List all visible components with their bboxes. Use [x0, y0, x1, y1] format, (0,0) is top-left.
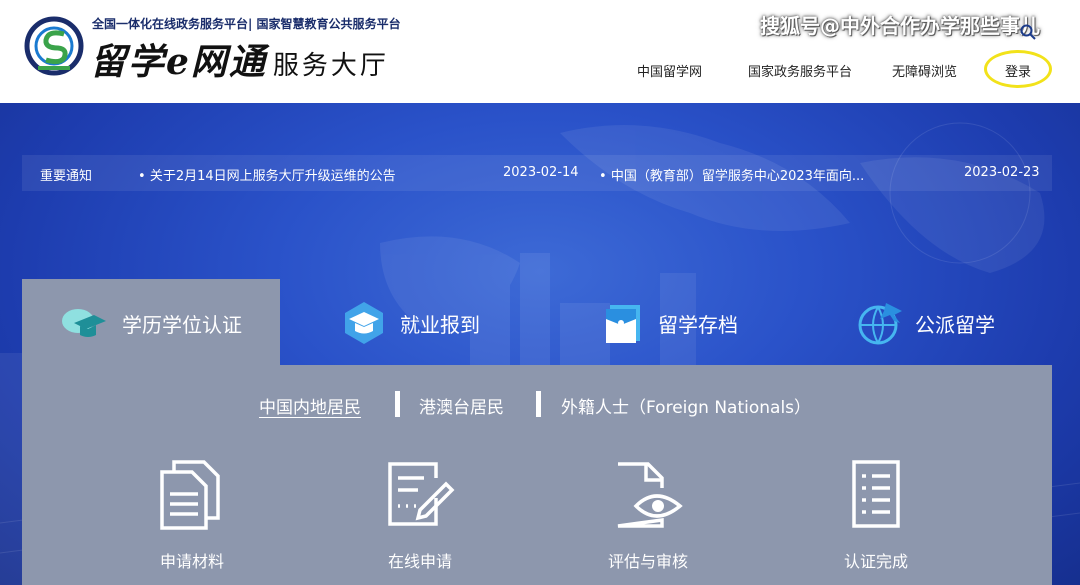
- documents-icon[interactable]: [156, 458, 228, 530]
- hero-section: 重要通知 • 关于2月14日网上服务大厅升级运维的公告 2023-02-14 •…: [0, 103, 1080, 585]
- sub-tab-separator: [536, 391, 541, 417]
- search-icon[interactable]: [1020, 24, 1036, 40]
- notice-title: 关于2月14日网上服务大厅升级运维的公告: [149, 169, 396, 184]
- tab-degree-certification[interactable]: 学历学位认证: [122, 309, 242, 338]
- notice-title: 中国（教育部）留学服务中心2023年面向...: [610, 169, 865, 184]
- brand-subtitle: 服务大厅: [272, 51, 389, 81]
- brand-name: 留学e网通: [90, 41, 267, 83]
- review-eye-icon[interactable]: [612, 458, 684, 530]
- platform-tagline: 全国一体化在线政务服务平台| 国家智慧教育公共服务平台: [92, 17, 401, 31]
- tab-employment-registration[interactable]: 就业报到: [400, 309, 480, 338]
- nav-link-accessibility[interactable]: 无障碍浏览: [892, 61, 957, 80]
- sub-tab-hk-macao-taiwan[interactable]: 港澳台居民: [419, 393, 504, 418]
- watermark: 搜狐号@中外合作办学那些事儿: [760, 14, 1040, 38]
- notice-date: 2023-02-14: [503, 165, 579, 180]
- sub-tab-foreign-nationals[interactable]: 外籍人士（Foreign Nationals）: [561, 393, 811, 418]
- sub-tab-mainland-residents[interactable]: 中国内地居民: [259, 393, 361, 418]
- notice-item[interactable]: • 关于2月14日网上服务大厅升级运维的公告: [138, 165, 396, 184]
- logo-icon[interactable]: [24, 16, 84, 76]
- archive-folder-icon: [606, 305, 640, 343]
- header: 全国一体化在线政务服务平台| 国家智慧教育公共服务平台 留学e网通 服务大厅 搜狐…: [0, 0, 1080, 103]
- online-form-icon[interactable]: [384, 458, 456, 530]
- sub-tab-separator: [395, 391, 400, 417]
- notice-label: 重要通知: [40, 169, 93, 184]
- step-evaluation-review[interactable]: 评估与审核: [578, 548, 718, 572]
- globe-plane-icon: [858, 303, 902, 345]
- step-application-materials[interactable]: 申请材料: [122, 548, 262, 572]
- step-online-application[interactable]: 在线申请: [350, 548, 490, 572]
- graduation-cap-icon: [62, 309, 106, 337]
- tab-public-funded-study[interactable]: 公派留学: [915, 309, 995, 338]
- tab-study-abroad-archive[interactable]: 留学存档: [658, 309, 738, 338]
- notice-date: 2023-02-23: [964, 165, 1040, 180]
- nav-link-gov-platform[interactable]: 国家政务服务平台: [748, 61, 852, 80]
- site-brand[interactable]: 留学e网通 服务大厅: [90, 33, 389, 85]
- hexagon-cap-icon: [345, 302, 383, 344]
- checklist-icon[interactable]: [840, 458, 912, 530]
- notice-item[interactable]: • 中国（教育部）留学服务中心2023年面向...: [599, 165, 864, 184]
- nav-link-cscse[interactable]: 中国留学网: [637, 61, 702, 80]
- step-certification-complete[interactable]: 认证完成: [806, 548, 946, 572]
- login-highlight-circle: [984, 50, 1052, 88]
